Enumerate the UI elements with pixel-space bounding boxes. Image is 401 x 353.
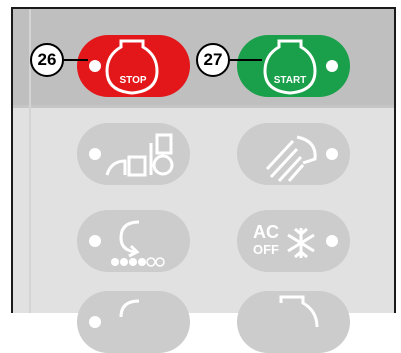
engine-start-icon (263, 39, 317, 95)
rotation-speed-button[interactable] (77, 210, 190, 272)
callout-26: 26 (30, 43, 64, 77)
snowflake-icon (287, 227, 315, 259)
engine-start-button[interactable]: START (237, 35, 350, 97)
engine-stop-button[interactable]: STOP (77, 35, 190, 97)
rotation-speed-button-2[interactable] (77, 291, 190, 353)
harvester-icon (105, 133, 174, 177)
engine-icon (279, 295, 319, 328)
rotation-speed-icon (111, 220, 165, 267)
work-light-button[interactable] (237, 123, 350, 185)
work-light-icon (265, 135, 317, 183)
engine-stop-icon (105, 39, 159, 95)
engine-button-3[interactable] (237, 291, 350, 353)
stop-label: STOP (119, 75, 147, 86)
callout-27: 27 (196, 43, 230, 77)
callout-26-leader (64, 59, 88, 61)
callout-27-leader (230, 59, 262, 61)
harvester-button[interactable] (77, 123, 190, 185)
control-panel: STOP START 26 27 AC OFF (11, 7, 396, 353)
start-label: START (273, 75, 307, 86)
rotation-speed-icon (119, 299, 140, 318)
ac-off-button[interactable]: AC OFF (237, 210, 350, 272)
